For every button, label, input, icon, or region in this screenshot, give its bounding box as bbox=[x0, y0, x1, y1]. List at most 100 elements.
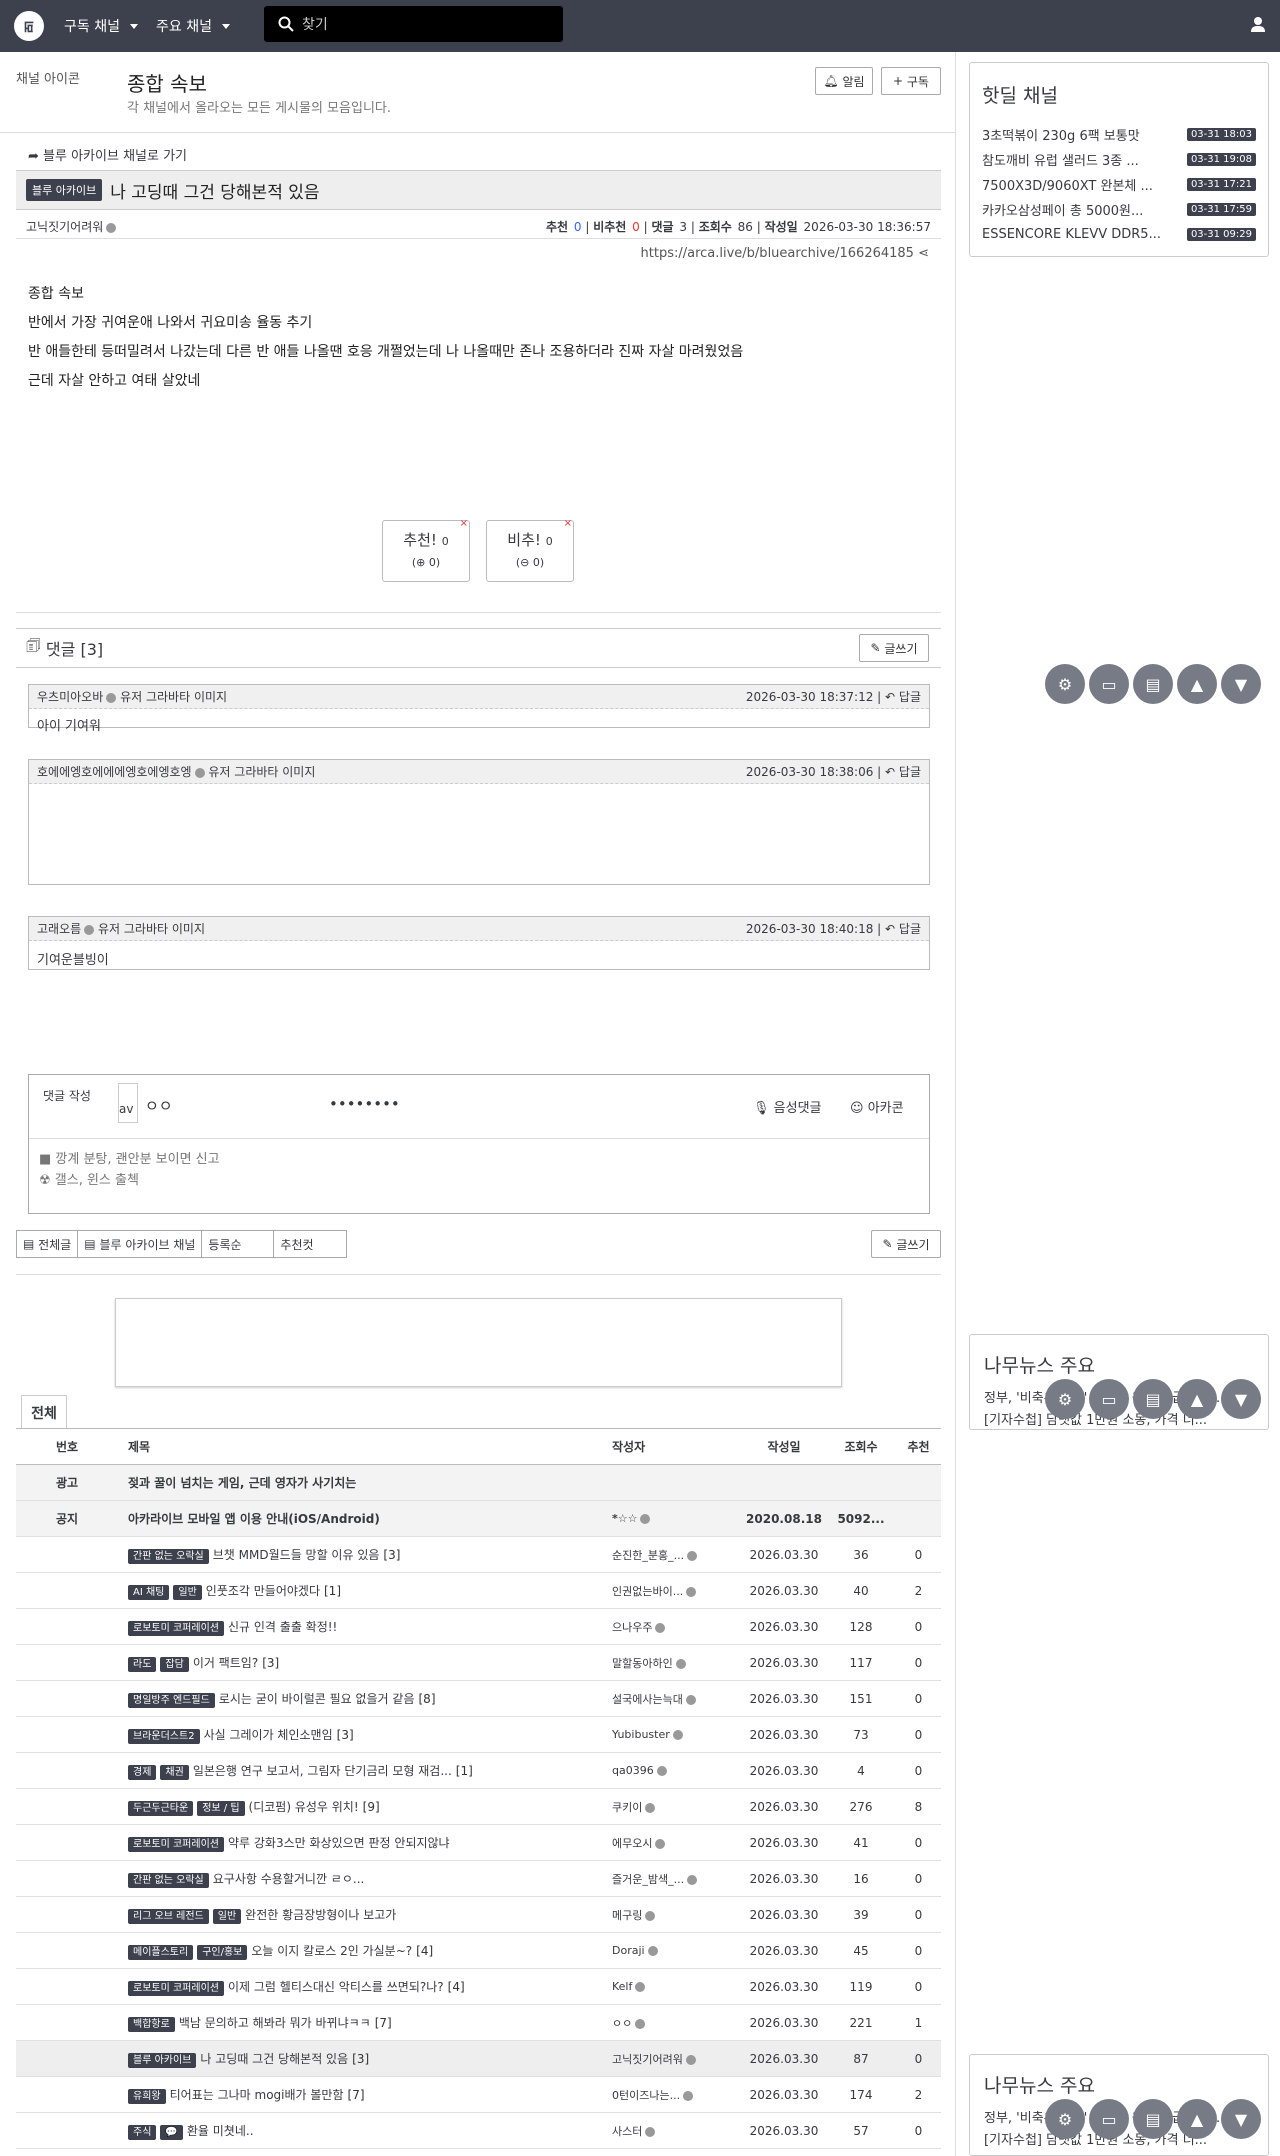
post-title-cell[interactable]: AI 채팅 일반 인풋조각 만들어야겠다 [1] bbox=[118, 1572, 612, 1609]
channel-badge[interactable]: 로보토미 코퍼레이션 bbox=[128, 1837, 224, 1852]
post-author[interactable]: 사스터 bbox=[612, 2112, 742, 2149]
tab-all[interactable]: ▤ 전체글 bbox=[16, 1230, 79, 1258]
channel-badge[interactable]: 두근두근타운 bbox=[128, 1801, 194, 1816]
table-row[interactable]: 간판 없는 오락실 브챗 MMD월드들 망할 이유 있음 [3] 순진한_분홍_...… bbox=[16, 1536, 941, 1573]
table-row[interactable]: 유희왕 티어표는 그나마 mogi배가 볼만함 [7] 0턴이즈나는... 2026.0… bbox=[16, 2076, 941, 2113]
post-title-cell[interactable]: 유희왕 티어표는 그나마 mogi배가 볼만함 [7] bbox=[118, 2076, 612, 2113]
table-row[interactable]: 블루 아카이브 나 고딩때 그건 당해본적 있음 [3] 고닉짓기어려워 2026.03… bbox=[16, 2040, 941, 2077]
channel-badge[interactable]: 백합항로 bbox=[128, 2017, 175, 2032]
news-title[interactable]: 나무뉴스 주요 bbox=[984, 1351, 1254, 1378]
post-title-cell[interactable]: 아카라이브 모바일 앱 이용 안내(iOS/Android) bbox=[118, 1500, 612, 1537]
tab-all-list[interactable]: 전체 bbox=[21, 1395, 67, 1429]
channel-badge[interactable]: 메이플스토리 bbox=[128, 1945, 194, 1960]
post-author[interactable]: 설국에사는늑대 bbox=[612, 1680, 742, 1717]
post-title-cell[interactable]: 브라운더스트2 사실 그레이가 체인소맨임 [3] bbox=[118, 1716, 612, 1753]
channel-badge[interactable]: 주식 bbox=[128, 2125, 157, 2140]
arrow-up-button[interactable]: ▲ bbox=[1177, 2099, 1217, 2139]
arcacon-button[interactable]: ☺ 아카콘 bbox=[850, 1097, 904, 1116]
channel-badge[interactable]: 리그 오브 레전드 bbox=[128, 1909, 209, 1924]
reply-button[interactable]: ↶ 답글 bbox=[885, 690, 921, 704]
subscribe-button[interactable]: + 구독 bbox=[881, 67, 941, 95]
back-to-channel-link[interactable]: ➦ 블루 아카이브 채널로 가기 bbox=[28, 145, 187, 164]
hotdeal-item[interactable]: 참도깨비 유럽 샐러드 3종 ... 03-31 19:08 bbox=[982, 147, 1256, 172]
post-title-cell[interactable]: 블루 아카이브 나 고딩때 그건 당해본적 있음 [3] bbox=[118, 2040, 612, 2077]
table-row[interactable]: 로보토미 코퍼레이션 이제 그럼 헬티스대신 악티스를 쓰면되?나? [4] Kelf… bbox=[16, 1968, 941, 2005]
post-author[interactable]: ㄱㅈㅁㅈ☆ bbox=[612, 2148, 742, 2156]
category-badge[interactable]: 채권 bbox=[160, 1765, 189, 1780]
post-title-cell[interactable]: 두근두근타운 정보 / 팁 (디코펌) 유성우 위치! [9] bbox=[118, 1788, 612, 1825]
chat-button[interactable]: ▭ bbox=[1089, 664, 1129, 704]
write-button[interactable]: ✎ 글쓰기 bbox=[859, 634, 929, 662]
table-row[interactable]: 백합항로 백남 문의하고 해봐라 뭐가 바뀌냐ㅋㅋ [7] ㅇㅇ 2026.03.30 2… bbox=[16, 2004, 941, 2041]
comment-textarea[interactable]: ■ 깡계 분탕, 괜안분 보이면 신고 ☢ 갤스, 윈스 출첵 bbox=[29, 1139, 929, 1201]
chat-button[interactable]: ▭ bbox=[1089, 2099, 1129, 2139]
post-author[interactable]: 순진한_분홍_... bbox=[612, 1536, 742, 1573]
note-button[interactable]: ▤ bbox=[1133, 1379, 1173, 1419]
note-button[interactable]: ▤ bbox=[1133, 664, 1173, 704]
nickname-field[interactable]: ㅇㅇ bbox=[145, 1095, 173, 1116]
hotdeal-item[interactable]: 3초떡볶이 230g 6팩 보통맛 03-31 18:03 bbox=[982, 122, 1256, 147]
post-author[interactable]: ㅇㅇ bbox=[612, 2004, 742, 2041]
reply-button[interactable]: ↶ 답글 bbox=[885, 765, 921, 779]
ad-banner[interactable] bbox=[115, 1298, 842, 1387]
channel-badge[interactable]: 라도 bbox=[128, 1657, 157, 1672]
comment-author[interactable]: 우츠미아오바 유저 그라바타 이미지 bbox=[37, 688, 227, 705]
voice-comment-button[interactable]: 🎙︎ 음성댓글 bbox=[753, 1097, 822, 1116]
post-author[interactable]: Doraji bbox=[612, 1932, 742, 1969]
channel-badge[interactable]: AI 채팅 bbox=[128, 1585, 170, 1600]
arrow-down-button[interactable]: ▼ bbox=[1221, 1379, 1261, 1419]
post-author[interactable]: 즐거운_밤색_... bbox=[612, 1860, 742, 1897]
article-author[interactable]: 고닉짓기어려워 bbox=[26, 218, 117, 235]
post-title-cell[interactable]: 간판 없는 오락실 브챗 MMD월드들 망할 이유 있음 [3] bbox=[118, 1536, 612, 1573]
channel-badge[interactable]: 간판 없는 오락실 bbox=[128, 1549, 209, 1564]
post-title-cell[interactable]: 라도 잡담 이거 팩트임? [3] bbox=[118, 1644, 612, 1681]
arrow-up-button[interactable]: ▲ bbox=[1177, 664, 1217, 704]
settings-button[interactable]: ⚙ bbox=[1045, 2099, 1085, 2139]
main-channels-menu[interactable]: 주요 채널 bbox=[156, 16, 230, 36]
post-author[interactable] bbox=[612, 1464, 742, 1501]
channel-badge[interactable]: 브라운더스트2 bbox=[128, 1729, 200, 1744]
post-author[interactable]: 메구링 bbox=[612, 1896, 742, 1933]
table-row[interactable]: 프라모델이 십새기들은 카톡을 보내던가 아니면 밀렸다고 공지...[1]ㄱㅈ… bbox=[16, 2148, 941, 2156]
table-row[interactable]: 명일방주 엔드필드 로시는 굳이 바이럴콘 필요 없을거 같음 [8] 설국에사는늑대… bbox=[16, 1680, 941, 1717]
arrow-down-button[interactable]: ▼ bbox=[1221, 2099, 1261, 2139]
table-row[interactable]: AI 채팅 일반 인풋조각 만들어야겠다 [1] 인권없는바이... 2026.03.30… bbox=[16, 1572, 941, 1609]
password-field[interactable]: •••••••• bbox=[329, 1095, 400, 1113]
channel-badge[interactable]: 로보토미 코퍼레이션 bbox=[128, 1981, 224, 1996]
sort-order-select[interactable]: 등록순 bbox=[201, 1230, 275, 1258]
post-title-cell[interactable]: 메이플스토리 구인/홍보 오늘 이지 칼로스 2인 가실분~? [4] bbox=[118, 1932, 612, 1969]
post-author[interactable]: 말할동아하인 bbox=[612, 1644, 742, 1681]
table-row[interactable]: 주식 💬 환율 미쳣네.. 사스터 2026.03.30 57 0 bbox=[16, 2112, 941, 2149]
table-row[interactable]: 간판 없는 오락실 요구사항 수용할거니깐 ㄹㅇ... 즐거운_밤색_... 2026… bbox=[16, 1860, 941, 1897]
table-row[interactable]: 광고 젖과 꿀이 넘치는 게임, 근데 영자가 사기치는 bbox=[16, 1464, 941, 1501]
table-row[interactable]: 리그 오브 레전드 일반 완전한 황금장방형이나 보고가 메구링 2026.03.30 3… bbox=[16, 1896, 941, 1933]
post-title-cell[interactable]: 명일방주 엔드필드 로시는 굳이 바이럴콘 필요 없을거 같음 [8] bbox=[118, 1680, 612, 1717]
post-title-cell[interactable]: 리그 오브 레전드 일반 완전한 황금장방형이나 보고가 bbox=[118, 1896, 612, 1933]
table-row[interactable]: 브라운더스트2 사실 그레이가 체인소맨임 [3] Yubibuster 2026.03… bbox=[16, 1716, 941, 1753]
article-url[interactable]: https://arca.live/b/bluearchive/16626418… bbox=[641, 246, 929, 261]
hotdeal-title[interactable]: 핫딜 채널 bbox=[982, 81, 1256, 108]
news-title[interactable]: 나무뉴스 주요 bbox=[984, 2071, 1254, 2098]
search-input[interactable]: 찾기 bbox=[264, 6, 563, 42]
category-badge[interactable]: 일반 bbox=[212, 1909, 242, 1924]
best-cut-select[interactable]: 추천컷 bbox=[273, 1230, 348, 1258]
post-title-cell[interactable]: 경제 채권 일본은행 연구 보고서, 그림자 단기금리 모형 재검... [1] bbox=[118, 1752, 612, 1789]
table-row[interactable]: 두근두근타운 정보 / 팁 (디코펌) 유성우 위치! [9] 쿠키이 2026.03.3… bbox=[16, 1788, 941, 1825]
post-title-cell[interactable]: 로보토미 코퍼레이션 이제 그럼 헬티스대신 악티스를 쓰면되?나? [4] bbox=[118, 1968, 612, 2005]
post-title-cell[interactable]: 로보토미 코퍼레이션 약루 강화3스만 화상있으면 판정 안되지않냐 bbox=[118, 1824, 612, 1861]
arrow-up-button[interactable]: ▲ bbox=[1177, 1379, 1217, 1419]
table-row[interactable]: 경제 채권 일본은행 연구 보고서, 그림자 단기금리 모형 재검... [1] qa0… bbox=[16, 1752, 941, 1789]
category-badge[interactable]: 일반 bbox=[173, 1585, 202, 1600]
category-badge[interactable]: 정보 / 팁 bbox=[197, 1801, 245, 1816]
note-button[interactable]: ▤ bbox=[1133, 2099, 1173, 2139]
table-row[interactable]: 메이플스토리 구인/홍보 오늘 이지 칼로스 2인 가실분~? [4] Doraji 20… bbox=[16, 1932, 941, 1969]
category-badge[interactable]: 잡담 bbox=[160, 1657, 189, 1672]
share-icon[interactable]: ⋖ bbox=[918, 246, 929, 261]
post-author[interactable]: Kelf bbox=[612, 1968, 742, 2005]
channel-badge[interactable]: 명일방주 엔드필드 bbox=[128, 1693, 215, 1708]
upvote-button[interactable]: × 추천! 0 (⊕ 0) bbox=[382, 518, 470, 582]
channel-badge[interactable]: 간판 없는 오락실 bbox=[128, 1873, 209, 1888]
user-icon[interactable] bbox=[1250, 16, 1266, 32]
table-row[interactable]: 로보토미 코퍼레이션 신규 인격 출출 확정!! 으나우주 2026.03.30 128… bbox=[16, 1608, 941, 1645]
category-badge[interactable]: 💬 bbox=[160, 2125, 183, 2140]
